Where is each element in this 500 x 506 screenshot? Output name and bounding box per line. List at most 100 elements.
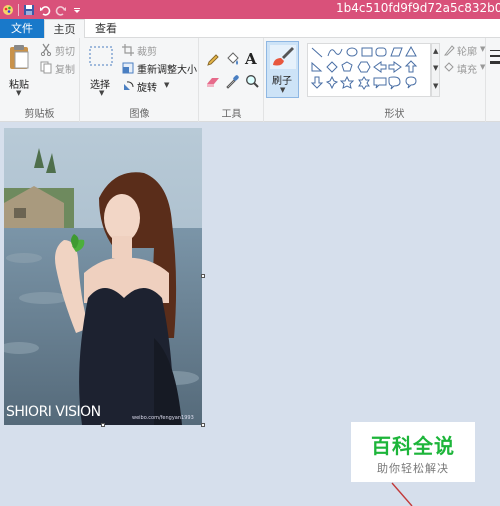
line-shape-icon[interactable]: [311, 47, 323, 58]
arrow-down-shape-icon[interactable]: [310, 76, 324, 89]
mouse-trail-line: [391, 482, 413, 506]
watermark-logo: 百科全说 助你轻松解决: [351, 422, 475, 482]
polygon-shape-icon[interactable]: [390, 47, 403, 57]
shapes-gallery: [307, 43, 431, 97]
clipboard-group: 粘贴 ▼ 剪切 复制 剪贴板: [0, 38, 80, 122]
save-icon[interactable]: [23, 4, 35, 16]
triangle-shape-icon[interactable]: [405, 45, 417, 57]
watermark-subtitle: 助你轻松解决: [377, 462, 449, 475]
brushes-button[interactable]: 刷子 ▼: [266, 41, 299, 98]
size-button[interactable]: [490, 44, 500, 98]
text-tool-icon[interactable]: A: [245, 50, 257, 68]
pentagon-shape-icon[interactable]: [341, 61, 353, 72]
resize-handle-right[interactable]: [201, 274, 205, 278]
brushes-label: 刷子: [272, 76, 292, 87]
paste-button[interactable]: 粘贴 ▼: [4, 42, 34, 98]
shapes-gallery-scroll[interactable]: ▲ ▼ ▼: [431, 43, 440, 97]
scroll-down-arrow: ▼: [433, 64, 439, 72]
title-bar: 1b4c510fd9f9d72a5c832b00: [0, 0, 500, 19]
ribbon-tabs: 文件 主页 查看: [0, 19, 500, 39]
outline-icon: [443, 45, 455, 56]
curve-shape-icon[interactable]: [327, 48, 343, 57]
rotate-icon: [124, 81, 134, 90]
crop-button[interactable]: 裁剪: [121, 42, 171, 58]
resize-label: 重新调整大小: [137, 65, 197, 76]
resize-handle-bottom[interactable]: [101, 423, 105, 427]
rotate-dropdown-arrow: ▼: [164, 81, 170, 89]
watermark-title: 百科全说: [371, 434, 455, 458]
gallery-expand-arrow: ▼: [433, 82, 439, 90]
select-rectangle-icon: [89, 46, 113, 66]
tools-group: A 工具: [200, 38, 264, 122]
paint-app-icon[interactable]: [2, 4, 14, 16]
image-group: 选择 ▼ 裁剪 重新调整大小 旋转 ▼ 图像: [81, 38, 199, 122]
rounded-rectangle-shape-icon[interactable]: [375, 47, 387, 57]
cut-label: 剪切: [55, 47, 75, 58]
scissors-icon: [40, 43, 52, 56]
arrow-up-shape-icon[interactable]: [404, 60, 418, 73]
color-picker-icon[interactable]: [225, 74, 240, 89]
magnifier-icon[interactable]: [245, 74, 259, 89]
fill-bucket-icon[interactable]: [225, 52, 240, 67]
rectangular-callout-shape-icon[interactable]: [373, 77, 387, 89]
select-dropdown-arrow: ▼: [99, 89, 105, 97]
ribbon: 粘贴 ▼ 剪切 复制 剪贴板 选择 ▼ 裁剪 重新调整大小 旋转 ▼ 图像 A …: [0, 38, 500, 122]
copy-icon: [40, 61, 52, 74]
rectangle-shape-icon[interactable]: [361, 47, 373, 57]
eraser-icon[interactable]: [206, 76, 220, 88]
scroll-up-arrow: ▲: [433, 47, 439, 55]
four-point-star-shape-icon[interactable]: [325, 75, 339, 90]
hexagon-shape-icon[interactable]: [357, 61, 371, 73]
resize-icon: [122, 62, 134, 74]
outline-button[interactable]: 轮廓 ▼: [442, 42, 486, 58]
fill-dropdown-arrow: ▼: [480, 63, 486, 71]
paste-dropdown-arrow: ▼: [16, 89, 22, 97]
canvas-image[interactable]: SHIORI VISION weibo.com/fengyan1993: [4, 128, 202, 425]
pencil-icon[interactable]: [206, 53, 220, 67]
customize-qat-icon[interactable]: [71, 4, 83, 16]
resize-button[interactable]: 重新调整大小: [121, 60, 197, 76]
rotate-label: 旋转: [137, 83, 157, 94]
photo-credit: weibo.com/fengyan1993: [132, 415, 194, 421]
shapes-group: ▲ ▼ ▼ 轮廓 ▼ 填充 ▼ 形状: [304, 38, 486, 122]
tab-home[interactable]: 主页: [44, 19, 85, 39]
rotate-button[interactable]: 旋转 ▼: [121, 78, 177, 94]
outline-label: 轮廓: [457, 47, 477, 58]
canvas-workspace: SHIORI VISION weibo.com/fengyan1993 百科全说…: [0, 123, 500, 506]
five-point-star-shape-icon[interactable]: [339, 75, 355, 89]
paste-icon: [10, 45, 29, 69]
tools-group-label: 工具: [221, 109, 242, 120]
crop-label: 裁剪: [137, 47, 157, 58]
quick-access-toolbar: [2, 2, 83, 17]
brushes-dropdown-arrow: ▼: [280, 86, 286, 94]
diamond-shape-icon[interactable]: [326, 61, 338, 73]
select-button[interactable]: 选择 ▼: [86, 42, 116, 98]
fill-label: 填充: [457, 65, 477, 76]
fill-button[interactable]: 填充 ▼: [442, 60, 486, 76]
crop-icon: [122, 44, 134, 56]
window-title: 1b4c510fd9f9d72a5c832b00: [336, 1, 500, 15]
redo-icon[interactable]: [55, 4, 67, 16]
cut-button[interactable]: 剪切: [38, 42, 78, 58]
oval-callout-shape-icon[interactable]: [388, 76, 401, 90]
right-triangle-shape-icon[interactable]: [311, 61, 323, 72]
resize-handle-corner[interactable]: [201, 423, 205, 427]
copy-button[interactable]: 复制: [38, 60, 78, 76]
undo-icon[interactable]: [39, 4, 51, 16]
image-group-label: 图像: [129, 109, 150, 120]
copy-label: 复制: [55, 65, 75, 76]
outline-dropdown-arrow: ▼: [480, 45, 486, 53]
separator: [18, 3, 19, 16]
oval-shape-icon[interactable]: [346, 47, 358, 57]
tab-view[interactable]: 查看: [88, 19, 124, 38]
shapes-group-label: 形状: [384, 109, 405, 120]
photo-portrait: [4, 128, 202, 425]
photo-caption: SHIORI VISION: [6, 404, 101, 420]
line-size-icon: [490, 50, 500, 64]
arrow-right-shape-icon[interactable]: [373, 61, 387, 73]
clipboard-group-label: 剪贴板: [24, 109, 55, 120]
tab-file[interactable]: 文件: [0, 19, 44, 38]
cloud-callout-shape-icon[interactable]: [405, 76, 417, 89]
six-point-star-shape-icon[interactable]: [358, 76, 370, 90]
arrow-left-shape-icon[interactable]: [388, 61, 402, 73]
